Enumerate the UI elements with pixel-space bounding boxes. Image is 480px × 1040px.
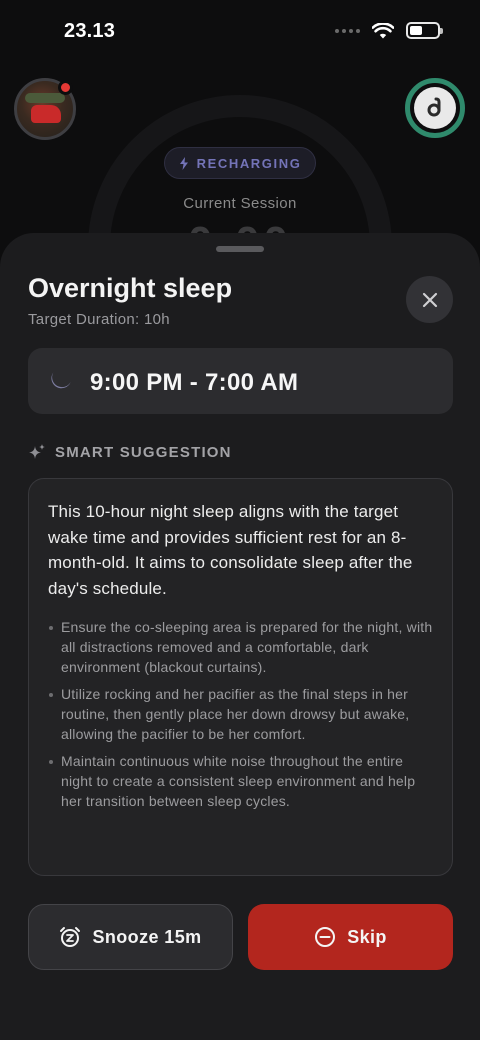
skip-button[interactable]: Skip xyxy=(248,904,453,970)
sheet-drag-handle[interactable] xyxy=(216,246,264,252)
status-time: 23.13 xyxy=(64,20,116,42)
alarm-clock-icon xyxy=(60,927,81,947)
suggestion-tips: Ensure the co-sleeping area is prepared … xyxy=(48,617,434,811)
status-icons xyxy=(335,22,443,39)
signal-dots-icon xyxy=(335,28,360,33)
sleep-detail-sheet: Overnight sleep Target Duration: 10h 9:0… xyxy=(0,233,480,1040)
tip-item: Maintain continuous white noise througho… xyxy=(48,751,434,811)
current-session-label: Current Session xyxy=(183,195,297,212)
wifi-icon xyxy=(372,22,394,38)
snooze-button[interactable]: Snooze 15m xyxy=(28,904,233,970)
sheet-title: Overnight sleep xyxy=(28,273,233,303)
target-duration: Target Duration: 10h xyxy=(28,311,170,328)
app-logo-icon xyxy=(414,87,456,129)
minus-circle-icon xyxy=(315,927,336,947)
snooze-label: Snooze 15m xyxy=(92,926,202,947)
moon-icon xyxy=(51,372,71,389)
profile-button[interactable] xyxy=(405,78,465,138)
close-icon xyxy=(422,292,437,307)
time-range: 9:00 PM - 7:00 AM xyxy=(90,369,299,396)
app-screen: 23.13 RECHARGING Current Session Overnig… xyxy=(0,0,480,1040)
tip-item: Utilize rocking and her pacifier as the … xyxy=(48,684,434,744)
time-range-card: 9:00 PM - 7:00 AM xyxy=(28,348,453,414)
lightning-icon xyxy=(179,156,188,170)
close-button[interactable] xyxy=(406,276,453,323)
recharging-badge: RECHARGING xyxy=(164,147,316,179)
skip-label: Skip xyxy=(347,926,387,947)
smart-suggestion-header: SMART SUGGESTION xyxy=(28,443,232,461)
sparkle-icon xyxy=(29,444,45,459)
battery-icon xyxy=(406,22,443,39)
suggestion-card: This 10-hour night sleep aligns with the… xyxy=(28,478,453,876)
tip-item: Ensure the co-sleeping area is prepared … xyxy=(48,617,434,677)
suggestion-text: This 10-hour night sleep aligns with the… xyxy=(48,502,413,598)
smart-suggestion-label: SMART SUGGESTION xyxy=(55,443,232,461)
recharging-label: RECHARGING xyxy=(196,155,302,171)
notification-dot xyxy=(58,80,73,95)
status-bar: 23.13 xyxy=(0,0,480,62)
